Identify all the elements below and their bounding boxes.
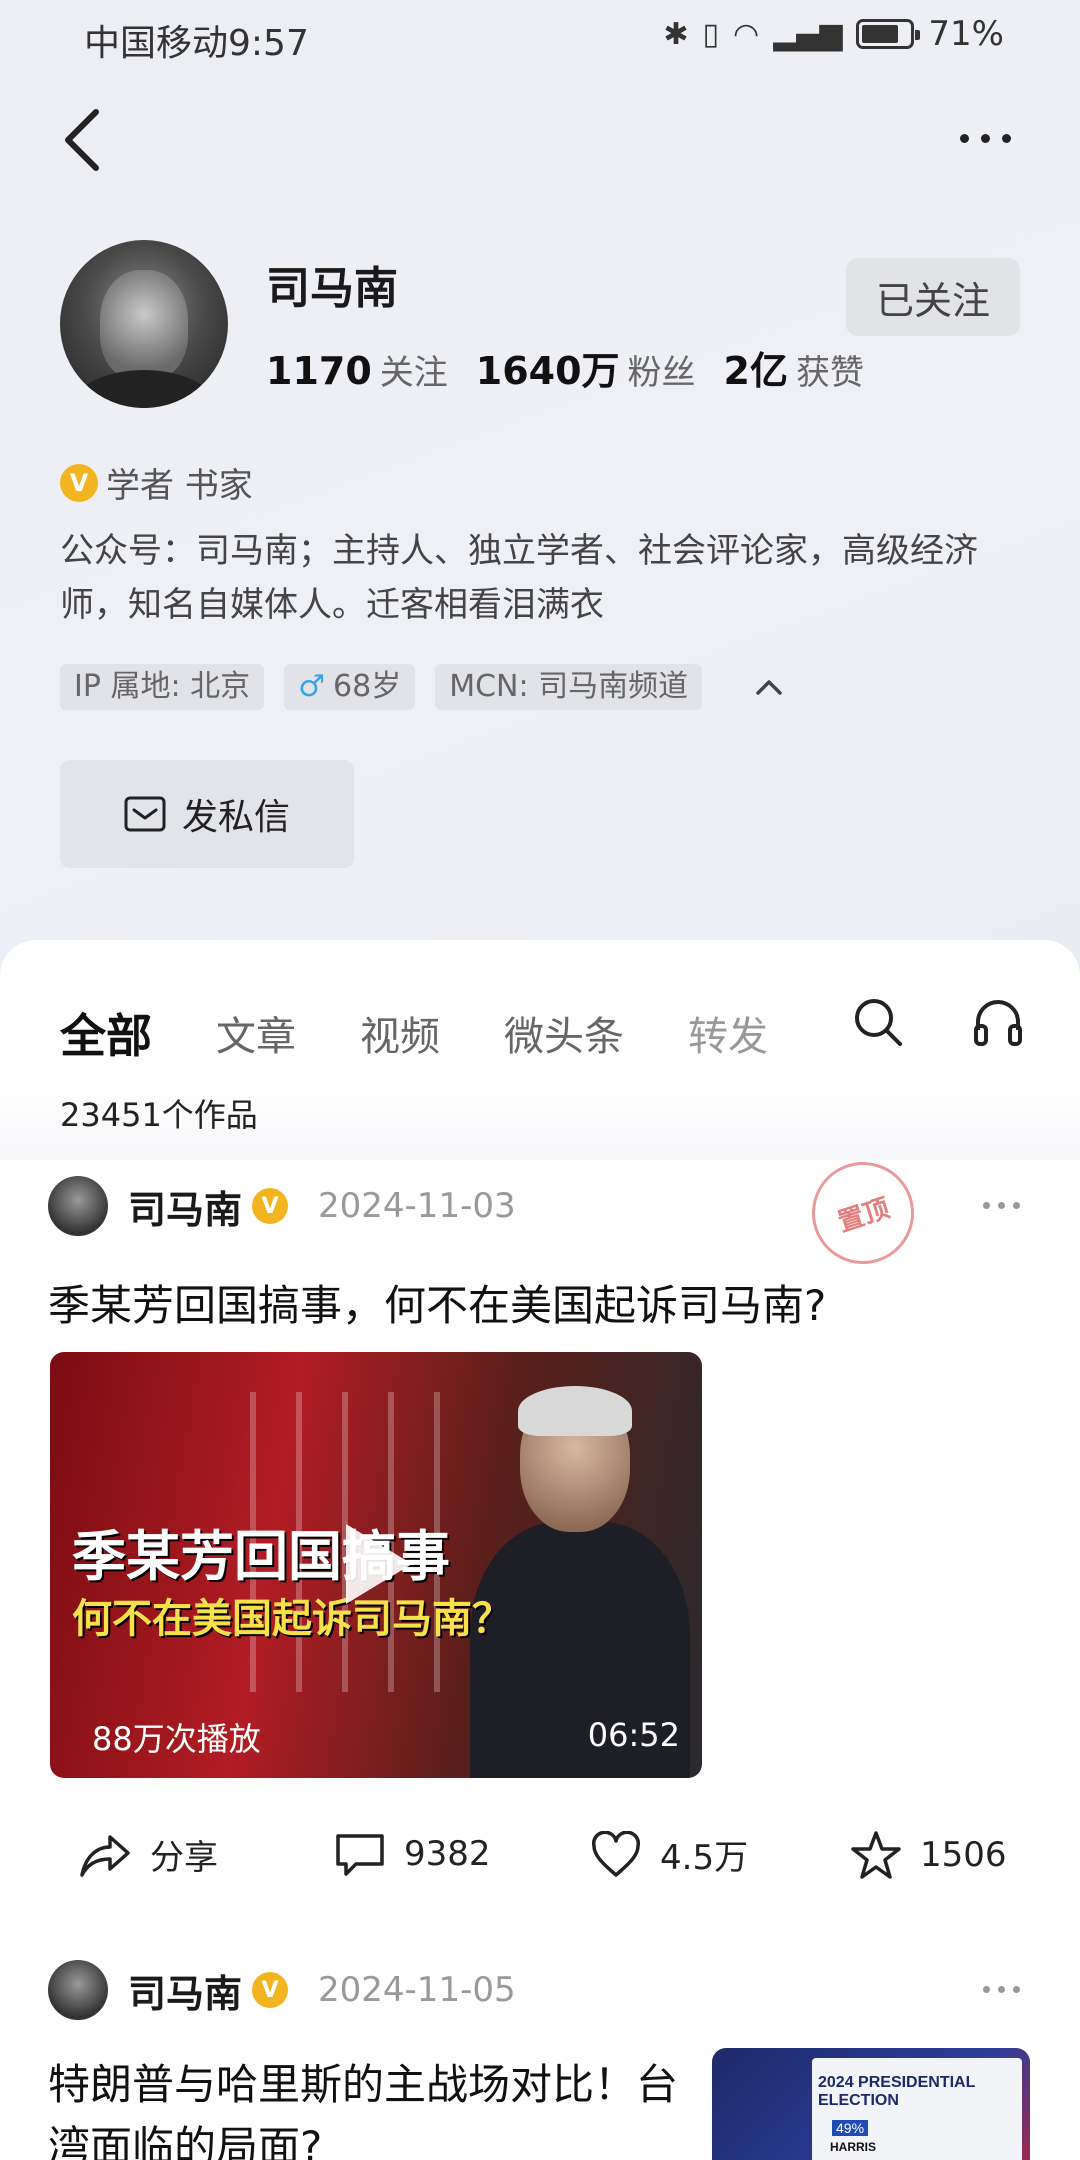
favorite-count: 1506 [920,1835,1007,1875]
share-button[interactable]: 分享 [78,1830,218,1879]
chevron-up-icon[interactable] [746,664,792,710]
tab-videos[interactable]: 视频 [360,1004,440,1062]
profile-stats: 1170 关注 1640万 粉丝 2亿 获赞 [266,340,892,395]
verified-row: V 学者 书家 [60,458,253,507]
post-date: 2024-11-05 [318,1970,516,2010]
post-more-button[interactable] [983,1202,1020,1209]
content-panel: 全部 文章 视频 微头条 转发 23451个作品 司马南 V 2024-11-0… [0,940,1080,2160]
battery-percent: 71% [928,14,1004,54]
tab-articles[interactable]: 文章 [216,1004,296,1062]
ip-location-tag: IP 属地: 北京 [60,664,265,710]
vibrate-icon: ▯ [702,16,720,52]
video-views: 88万次播放 [92,1720,261,1758]
thumbnail-percent: 49% [832,2120,869,2136]
dot-icon [983,1986,990,1993]
male-icon: ♂ [298,669,326,704]
favorite-button[interactable]: 1506 [850,1830,1007,1880]
works-count: 23451个作品 [60,1096,258,1134]
bluetooth-icon: ✱ [663,16,689,52]
post-avatar[interactable] [48,1960,108,2020]
battery-icon [856,19,921,49]
wifi-icon: ◠ [733,16,760,52]
profile-name: 司马南 [266,263,398,314]
back-button[interactable] [56,100,116,180]
avatar-shoulder [70,370,218,408]
tab-micro-posts[interactable]: 微头条 [504,1004,624,1062]
dot-icon [1013,1986,1020,1993]
share-icon [80,1834,130,1877]
post-thumbnail[interactable]: 2024 PRESIDENTIAL ELECTION 49% HARRIS [712,2048,1030,2160]
share-label: 分享 [150,1838,218,1878]
profile-tags: IP 属地: 北京 ♂ 68岁 MCN: 司马南频道 [60,664,792,710]
signal-5g-icon: ▂▄▆ [773,16,843,52]
mcn-tag[interactable]: MCN: 司马南频道 [435,664,703,710]
like-button[interactable]: 4.5万 [590,1830,748,1879]
following-count[interactable]: 1170 [266,349,372,393]
pinned-stamp: 置顶 [798,1148,928,1278]
heart-icon [591,1830,641,1877]
profile-bio: 公众号：司马南；主持人、独立学者、社会评论家，高级经济师，知名自媒体人。迁客相看… [60,531,978,625]
star-icon [851,1831,901,1879]
carrier-time: 中国移动9:57 [84,23,309,64]
status-bar: 中国移动9:57 ✱ ▯ ◠ ▂▄▆ 71% [0,0,1080,76]
headphones-icon[interactable] [972,996,1024,1048]
person-hair [518,1386,632,1436]
more-options-button[interactable] [950,118,1020,158]
post-more-button[interactable] [983,1986,1020,1993]
message-button[interactable]: 发私信 [60,760,354,868]
post-title[interactable]: 季某芳回国搞事，何不在美国起诉司马南? [48,1272,826,1333]
post-title[interactable]: 特朗普与哈里斯的主战场对比！台湾面临的局面? [48,2054,678,2160]
follow-button[interactable]: 已关注 [846,258,1020,336]
age-tag: ♂ 68岁 [284,664,416,710]
content-tabs: 全部 文章 视频 微头条 转发 [60,1000,832,1066]
verified-badge-icon: V [60,463,98,502]
dot-icon [1001,133,1011,143]
age-label: 68岁 [333,669,402,704]
post-author[interactable]: 司马南 [128,1963,242,2018]
tab-icons [852,996,1024,1048]
post-author[interactable]: 司马南 [128,1179,242,1234]
video-thumbnail[interactable]: 季某芳回国搞事 何不在美国起诉司马南？ 88万次播放 06:52 [50,1352,702,1778]
video-overlay-subtitle: 何不在美国起诉司马南？ [72,1596,512,1642]
followers-label[interactable]: 粉丝 [628,345,696,394]
mail-icon [124,796,166,832]
profile-avatar[interactable] [60,240,228,408]
followers-count[interactable]: 1640万 [476,340,620,395]
dot-icon [983,1202,990,1209]
chevron-left-icon [65,109,99,171]
dot-icon [980,133,990,143]
dot-icon [998,1202,1005,1209]
message-button-label: 发私信 [181,797,290,838]
thumbnail-headline: 2024 PRESIDENTIAL ELECTION [818,2074,976,2109]
post-actions: 分享 9382 4.5万 1506 [0,1830,1080,1910]
like-count: 4.5万 [660,1838,749,1878]
verified-badge-icon: V [252,1188,289,1224]
dot-icon [998,1986,1005,1993]
post-header[interactable]: 司马南 V 2024-11-05 [48,1960,516,2020]
verified-title: 学者 书家 [106,466,253,506]
following-label[interactable]: 关注 [380,345,448,394]
video-duration: 06:52 [587,1716,680,1754]
thumbnail-name: HARRIS [830,2140,877,2154]
likes-label: 获赞 [795,353,864,393]
dot-icon [1013,1202,1020,1209]
comment-button[interactable]: 9382 [334,1830,491,1878]
comment-icon [336,1834,384,1876]
post-date: 2024-11-03 [318,1186,516,1226]
verified-badge-icon: V [252,1972,289,2008]
dot-icon [959,133,969,143]
play-icon[interactable] [346,1524,412,1604]
tab-all[interactable]: 全部 [60,1000,152,1066]
likes-count: 2亿 [723,349,788,393]
post-avatar[interactable] [48,1176,108,1236]
tab-reposts[interactable]: 转发 [688,1004,768,1062]
comment-count: 9382 [404,1834,491,1874]
status-icons: ✱ ▯ ◠ ▂▄▆ 71% [663,14,1004,54]
post-header[interactable]: 司马南 V 2024-11-03 [48,1176,516,1236]
search-icon[interactable] [852,996,904,1048]
